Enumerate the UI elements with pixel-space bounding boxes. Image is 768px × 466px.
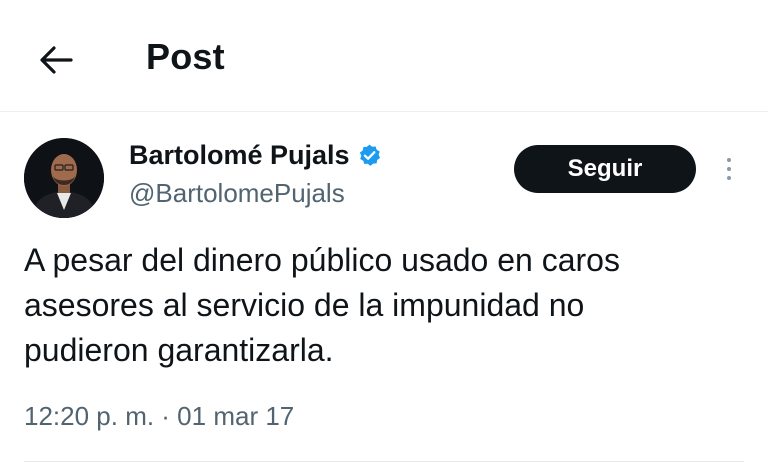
post-text-line: pudieron garantizarla. xyxy=(24,332,334,368)
more-vertical-icon xyxy=(727,158,731,162)
page-title: Post xyxy=(146,36,225,77)
post-text-line: A pesar del dinero público usado en caro… xyxy=(24,242,620,278)
back-button[interactable] xyxy=(30,34,82,86)
post-text-line: asesores al servicio de la impunidad no xyxy=(24,287,585,323)
top-bar: Post xyxy=(0,0,768,112)
more-options-button[interactable] xyxy=(718,150,740,188)
more-vertical-icon-dot xyxy=(727,167,731,171)
more-vertical-icon-dot xyxy=(727,176,731,180)
author-name-text: Bartolomé Pujals xyxy=(129,140,350,170)
author-avatar[interactable] xyxy=(24,138,104,218)
author-name[interactable]: Bartolomé Pujals xyxy=(129,140,382,171)
avatar-image xyxy=(24,138,104,218)
follow-button[interactable]: Seguir xyxy=(514,145,696,193)
divider xyxy=(24,461,744,462)
author-handle[interactable]: @BartolomePujals xyxy=(129,178,345,209)
arrow-left-icon xyxy=(40,46,73,74)
post-text: A pesar del dinero público usado en caro… xyxy=(24,238,744,373)
verified-badge-icon xyxy=(359,144,380,166)
post-timestamp[interactable]: 12:20 p. m. · 01 mar 17 xyxy=(24,401,294,432)
